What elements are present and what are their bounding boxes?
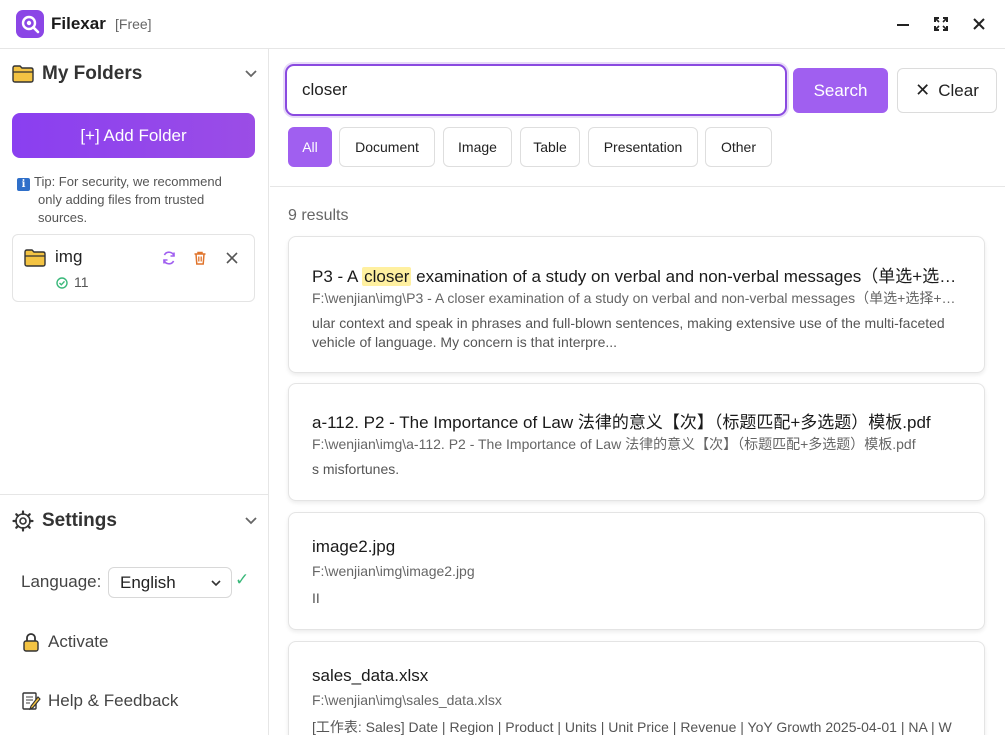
folder-icon: [12, 65, 34, 83]
clear-label: Clear: [938, 80, 979, 100]
filter-document[interactable]: Document: [339, 127, 435, 167]
folder-file-count: 11: [74, 274, 89, 290]
result-path: F:\wenjian\img\a-112. P2 - The Importanc…: [312, 436, 916, 452]
result-snippet: s misfortunes.: [312, 461, 400, 477]
sidebar-divider: [0, 494, 269, 495]
result-title: P3 - A closer examination of a study on …: [312, 267, 962, 286]
lock-icon: [23, 633, 39, 652]
delete-folder-button[interactable]: [191, 249, 209, 267]
tip-text-line1: Tip: For security, we recommend: [34, 174, 222, 189]
app-name: Filexar: [51, 14, 106, 33]
remove-folder-button[interactable]: [223, 249, 241, 267]
result-snippet: [工作表: Sales] Date | Region | Product | U…: [312, 719, 952, 735]
title-bar: Filexar [Free]: [0, 0, 1005, 49]
minimize-button[interactable]: [891, 12, 915, 36]
result-title: sales_data.xlsx: [312, 666, 429, 685]
minimize-icon: [897, 24, 909, 26]
filter-presentation[interactable]: Presentation: [588, 127, 698, 167]
my-folders-title: My Folders: [42, 63, 143, 84]
help-feedback-label: Help & Feedback: [48, 691, 179, 710]
my-folders-header[interactable]: My Folders: [12, 59, 258, 89]
search-button[interactable]: Search: [793, 68, 888, 113]
chevron-down-icon: [245, 517, 257, 525]
result-item[interactable]: P3 - A closer examination of a study on …: [288, 236, 985, 373]
maximize-icon: [934, 17, 948, 31]
close-icon: [973, 18, 985, 30]
app-plan-badge: [Free]: [115, 16, 152, 32]
tip-text-line3: sources.: [38, 209, 88, 225]
result-path: F:\wenjian\img\image2.jpg: [312, 563, 475, 579]
app-logo-icon: [16, 10, 44, 38]
result-item[interactable]: sales_data.xlsx F:\wenjian\img\sales_dat…: [288, 641, 985, 735]
add-folder-button[interactable]: [+] Add Folder: [12, 113, 255, 158]
maximize-button[interactable]: [929, 12, 953, 36]
tip-text-line2: only adding files from trusted: [38, 192, 205, 207]
result-snippet: II: [312, 590, 320, 606]
check-circle-icon: [56, 277, 68, 289]
gear-icon: [12, 510, 34, 532]
security-tip: i Tip: For security, we recommend only ad…: [17, 173, 257, 226]
results-count: 9 results: [288, 207, 349, 224]
refresh-folder-button[interactable]: [160, 249, 178, 267]
search-highlight: closer: [362, 267, 412, 286]
language-label: Language:: [21, 572, 102, 591]
filter-other[interactable]: Other: [705, 127, 772, 167]
sidebar: My Folders [+] Add Folder i Tip: For secu…: [0, 49, 269, 735]
activate-link[interactable]: Activate: [21, 632, 108, 652]
result-item[interactable]: image2.jpg F:\wenjian\img\image2.jpg II: [288, 512, 985, 630]
result-item[interactable]: a-112. P2 - The Importance of Law 法律的意义【…: [288, 383, 985, 501]
help-feedback-link[interactable]: Help & Feedback: [21, 691, 178, 711]
filter-all[interactable]: All: [288, 127, 332, 167]
result-snippet: ular context and speak in phrases and fu…: [312, 315, 945, 350]
close-icon: [226, 252, 238, 264]
result-path: F:\wenjian\img\P3 - A closer examination…: [312, 290, 962, 306]
language-value: English: [120, 572, 176, 592]
close-window-button[interactable]: [967, 12, 991, 36]
folder-item-img[interactable]: img 11: [12, 234, 255, 302]
refresh-icon: [163, 251, 175, 265]
chevron-down-icon: [245, 70, 257, 78]
search-input[interactable]: [285, 64, 787, 116]
clear-button[interactable]: ✕ Clear: [897, 68, 997, 113]
chevron-down-icon: [211, 580, 221, 587]
language-select[interactable]: English: [108, 567, 232, 598]
language-saved-check: ✓: [235, 570, 250, 589]
filter-image[interactable]: Image: [443, 127, 512, 167]
result-title: image2.jpg: [312, 537, 396, 556]
folder-icon: [24, 249, 46, 267]
trash-icon: [194, 251, 206, 265]
settings-header[interactable]: Settings: [12, 506, 258, 536]
main-divider: [270, 186, 1005, 187]
settings-title: Settings: [42, 510, 117, 531]
result-title: a-112. P2 - The Importance of Law 法律的意义【…: [312, 413, 931, 432]
memo-icon: [22, 692, 41, 711]
info-icon: i: [17, 178, 30, 191]
filter-table[interactable]: Table: [520, 127, 580, 167]
folder-name: img: [55, 247, 83, 266]
close-icon: ✕: [915, 80, 931, 100]
result-path: F:\wenjian\img\sales_data.xlsx: [312, 692, 502, 708]
activate-label: Activate: [48, 632, 109, 651]
